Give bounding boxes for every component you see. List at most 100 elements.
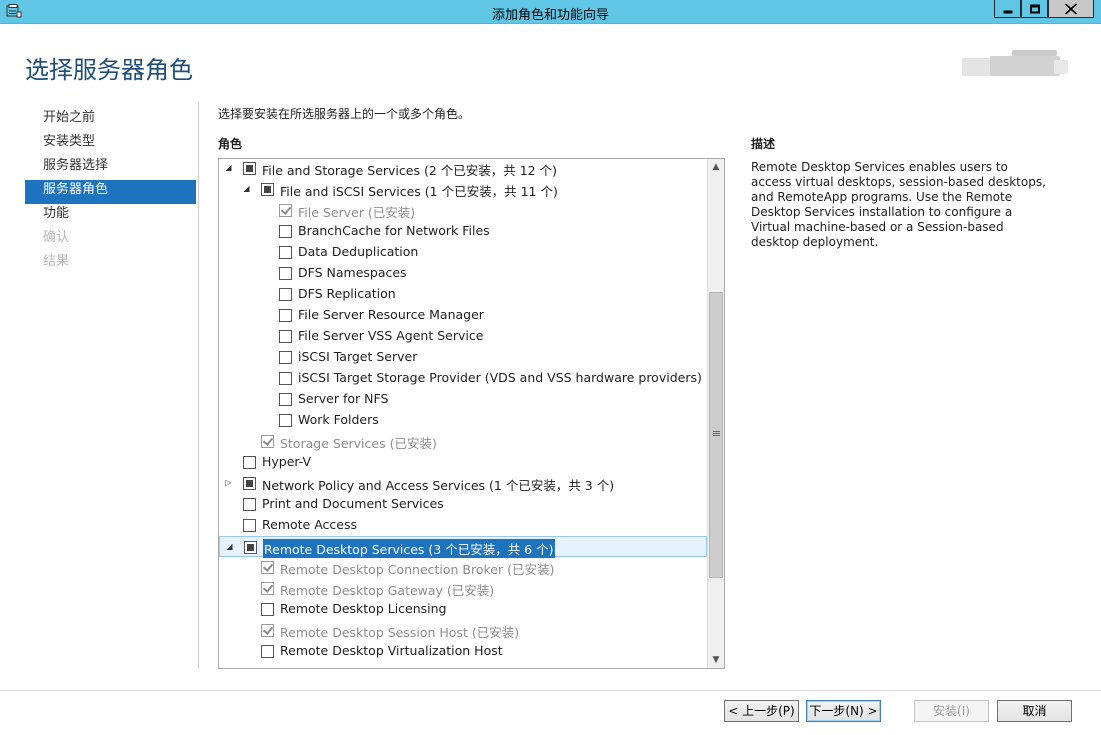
role-label: Work Folders bbox=[298, 412, 379, 427]
role-checkbox bbox=[261, 561, 274, 574]
role-checkbox[interactable] bbox=[279, 309, 292, 322]
role-row[interactable]: Remote Desktop Virtualization Host bbox=[219, 641, 707, 662]
collapse-arrow-icon[interactable]: ◢ bbox=[225, 542, 234, 551]
instruction-text: 选择要安装在所选服务器上的一个或多个角色。 bbox=[218, 107, 471, 121]
role-row[interactable]: ◢ File and Storage Services (2 个已安装，共 12 … bbox=[219, 159, 707, 179]
role-checkbox[interactable] bbox=[243, 519, 256, 532]
role-row[interactable]: Work Folders bbox=[219, 410, 707, 431]
role-checkbox[interactable] bbox=[243, 477, 256, 490]
role-label: File Server (已安装) bbox=[298, 205, 416, 220]
collapse-arrow-icon[interactable]: ◢ bbox=[242, 184, 251, 193]
role-row[interactable]: File Server (已安装) bbox=[219, 200, 707, 221]
window-controls bbox=[994, 0, 1094, 18]
role-row[interactable]: DFS Replication bbox=[219, 284, 707, 305]
role-checkbox[interactable] bbox=[279, 246, 292, 259]
role-label: DFS Namespaces bbox=[298, 265, 407, 280]
footer-divider bbox=[0, 690, 1101, 691]
scrollbar-thumb[interactable] bbox=[709, 292, 723, 578]
role-label: DFS Replication bbox=[298, 286, 396, 301]
role-row[interactable]: Data Deduplication bbox=[219, 242, 707, 263]
expand-arrow-icon[interactable]: ▷ bbox=[224, 478, 233, 487]
nav-item-before-you-begin[interactable]: 开始之前 bbox=[25, 108, 196, 132]
description-text: Remote Desktop Services enables users to… bbox=[751, 160, 1046, 249]
role-row[interactable]: File Server VSS Agent Service bbox=[219, 326, 707, 347]
role-checkbox[interactable] bbox=[243, 498, 256, 511]
role-label: Remote Desktop Session Host (已安装) bbox=[280, 625, 520, 640]
role-row[interactable]: File Server Resource Manager bbox=[219, 305, 707, 326]
role-checkbox[interactable] bbox=[243, 162, 256, 175]
roles-tree[interactable]: ◢ File and Storage Services (2 个已安装，共 12 … bbox=[218, 158, 725, 669]
window-title: 添加角色和功能向导 bbox=[491, 8, 609, 23]
nav-item-installation-type[interactable]: 安装类型 bbox=[25, 132, 196, 156]
cancel-button[interactable]: 取消 bbox=[997, 700, 1072, 722]
nav-item-features[interactable]: 功能 bbox=[25, 204, 196, 228]
role-row[interactable]: ◢ Remote Desktop Services (3 个已安装，共 6 个) bbox=[219, 536, 707, 558]
scroll-up-icon[interactable]: ▲ bbox=[708, 159, 724, 175]
roles-header: 角色 bbox=[218, 137, 243, 151]
previous-button[interactable]: < 上一步(P) bbox=[724, 700, 799, 722]
role-checkbox[interactable] bbox=[279, 267, 292, 280]
role-checkbox[interactable] bbox=[279, 288, 292, 301]
role-checkbox[interactable] bbox=[279, 372, 292, 385]
role-row[interactable]: Hyper-V bbox=[219, 452, 707, 473]
role-checkbox bbox=[261, 582, 274, 595]
role-label: File and iSCSI Services (1 个已安装，共 11 个) bbox=[280, 184, 558, 199]
role-row[interactable]: Remote Access bbox=[219, 515, 707, 536]
role-row[interactable]: Remote Desktop Session Host (已安装) bbox=[219, 620, 707, 641]
role-checkbox[interactable] bbox=[279, 351, 292, 364]
role-checkbox[interactable] bbox=[244, 541, 257, 554]
role-row[interactable]: DFS Namespaces bbox=[219, 263, 707, 284]
nav-item-server-selection[interactable]: 服务器选择 bbox=[25, 156, 196, 180]
minimize-icon bbox=[1003, 10, 1012, 13]
page-title: 选择服务器角色 bbox=[25, 56, 193, 84]
role-label: Remote Desktop Virtualization Host bbox=[280, 643, 503, 658]
role-label: File and Storage Services (2 个已安装，共 12 个… bbox=[262, 163, 557, 178]
role-row[interactable]: Storage Services (已安装) bbox=[219, 431, 707, 452]
grip-icon bbox=[713, 431, 720, 432]
role-checkbox[interactable] bbox=[261, 645, 274, 658]
nav-item-confirmation: 确认 bbox=[43, 230, 70, 245]
role-row[interactable]: iSCSI Target Server bbox=[219, 347, 707, 368]
role-label: Server for NFS bbox=[298, 391, 389, 406]
role-label: Data Deduplication bbox=[298, 244, 419, 259]
collapse-arrow-icon[interactable]: ◢ bbox=[224, 163, 233, 172]
minimize-button[interactable] bbox=[994, 0, 1021, 18]
role-checkbox[interactable] bbox=[261, 603, 274, 616]
role-label: Remote Desktop Connection Broker (已安装) bbox=[280, 562, 555, 577]
role-label: iSCSI Target Storage Provider (VDS and V… bbox=[298, 370, 702, 385]
role-row[interactable]: Remote Desktop Gateway (已安装) bbox=[219, 578, 707, 599]
nav-item-server-roles[interactable]: 服务器角色 bbox=[25, 180, 196, 204]
nav-divider bbox=[198, 103, 199, 668]
role-row[interactable]: BranchCache for Network Files bbox=[219, 221, 707, 242]
role-checkbox[interactable] bbox=[261, 183, 274, 196]
role-row[interactable]: Print and Document Services bbox=[219, 494, 707, 515]
role-label: Remote Desktop Gateway (已安装) bbox=[280, 583, 495, 598]
role-row[interactable]: iSCSI Target Storage Provider (VDS and V… bbox=[219, 368, 707, 389]
nav-item-results: 结果 bbox=[43, 254, 70, 269]
role-label: iSCSI Target Server bbox=[298, 349, 418, 364]
role-row[interactable]: Remote Desktop Connection Broker (已安装) bbox=[219, 557, 707, 578]
next-button[interactable]: 下一步(N) > bbox=[806, 700, 881, 722]
close-button[interactable] bbox=[1048, 0, 1094, 18]
role-checkbox[interactable] bbox=[243, 456, 256, 469]
roles-scrollbar[interactable]: ▲ ▼ bbox=[707, 159, 724, 668]
role-label: Hyper-V bbox=[262, 454, 312, 469]
role-label: File Server Resource Manager bbox=[298, 307, 484, 322]
role-checkbox[interactable] bbox=[279, 225, 292, 238]
title-bar: 添加角色和功能向导 bbox=[0, 0, 1101, 24]
role-checkbox[interactable] bbox=[279, 393, 292, 406]
scroll-down-icon[interactable]: ▼ bbox=[708, 652, 724, 668]
maximize-button[interactable] bbox=[1021, 0, 1048, 18]
role-checkbox[interactable] bbox=[279, 330, 292, 343]
role-label: Storage Services (已安装) bbox=[280, 436, 437, 451]
role-label: BranchCache for Network Files bbox=[298, 223, 490, 238]
role-row[interactable]: Server for NFS bbox=[219, 389, 707, 410]
role-row[interactable]: ▷ Network Policy and Access Services (1 个… bbox=[219, 473, 707, 494]
close-icon bbox=[1065, 3, 1077, 14]
role-checkbox bbox=[279, 204, 292, 217]
role-checkbox[interactable] bbox=[279, 414, 292, 427]
maximize-icon bbox=[1029, 4, 1040, 13]
role-row[interactable]: ◢ File and iSCSI Services (1 个已安装，共 11 个) bbox=[219, 179, 707, 200]
role-row[interactable]: Remote Desktop Licensing bbox=[219, 599, 707, 620]
role-checkbox bbox=[261, 435, 274, 448]
